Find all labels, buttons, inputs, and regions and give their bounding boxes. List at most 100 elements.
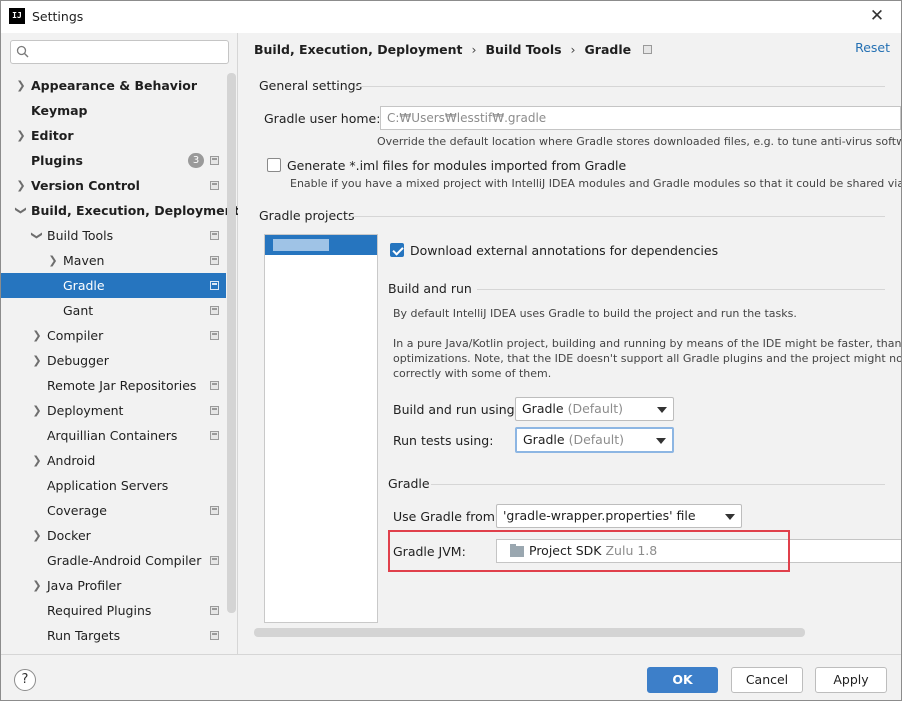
breadcrumb-separator: › <box>570 42 576 57</box>
breadcrumb-item: Build Tools <box>485 42 562 57</box>
horizontal-scrollbar[interactable] <box>254 628 805 637</box>
settings-sidebar: ❯ Appearance & Behavior Keymap ❯ Editor … <box>1 33 240 654</box>
breadcrumb-item: Build, Execution, Deployment <box>254 42 463 57</box>
sidebar-item-coverage[interactable]: Coverage <box>1 498 226 523</box>
sidebar-item-label: Java Profiler <box>47 578 122 593</box>
gradle-user-home-field[interactable] <box>380 106 901 130</box>
title-bar: IJ Settings ✕ <box>1 1 901 33</box>
general-settings-title: General settings <box>259 78 363 93</box>
gradle-projects-list[interactable] <box>264 234 378 623</box>
plugins-update-badge: 3 <box>188 153 204 168</box>
gradle-user-home-input[interactable] <box>381 107 900 129</box>
sidebar-scrollbar[interactable] <box>227 73 236 613</box>
use-gradle-from-label: Use Gradle from: <box>393 509 500 524</box>
sidebar-item-compiler[interactable]: ❯ Compiler <box>1 323 226 348</box>
sidebar-item-editor[interactable]: ❯ Editor <box>1 123 226 148</box>
build-and-run-desc: In a pure Java/Kotlin project, building … <box>393 337 901 350</box>
build-and-run-title: Build and run <box>388 281 472 296</box>
sidebar-item-run-targets[interactable]: Run Targets <box>1 623 226 648</box>
run-tests-using-label: Run tests using: <box>393 433 494 448</box>
sidebar-item-label: Required Plugins <box>47 603 152 618</box>
section-divider <box>477 289 885 290</box>
sidebar-item-required-plugins[interactable]: Required Plugins <box>1 598 226 623</box>
sidebar-item-label: Remote Jar Repositories <box>47 378 197 393</box>
help-button[interactable]: ? <box>14 669 36 691</box>
project-settings-icon <box>210 431 219 440</box>
breadcrumb-separator: › <box>471 42 477 57</box>
project-settings-icon <box>210 406 219 415</box>
sidebar-item-remote-jar-repositories[interactable]: Remote Jar Repositories <box>1 373 226 398</box>
chevron-right-icon[interactable]: ❯ <box>31 448 43 473</box>
sidebar-item-label: Keymap <box>31 103 88 118</box>
search-input[interactable] <box>37 43 225 61</box>
build-and-run-desc: optimizations. Note, that the IDE doesn'… <box>393 352 901 365</box>
reset-link[interactable]: Reset <box>855 40 890 55</box>
sidebar-item-label: Build Tools <box>47 228 114 243</box>
sidebar-item-deployment[interactable]: ❯ Deployment <box>1 398 226 423</box>
sidebar-item-keymap[interactable]: Keymap <box>1 98 226 123</box>
sidebar-item-docker[interactable]: ❯ Docker <box>1 523 226 548</box>
sidebar-item-java-profiler[interactable]: ❯ Java Profiler <box>1 573 226 598</box>
dropdown-arrow-icon <box>656 438 666 444</box>
gradle-settings-panel: Build, Execution, Deployment › Build Tools… <box>238 33 901 654</box>
chevron-right-icon[interactable]: ❯ <box>31 323 43 348</box>
use-gradle-from-dropdown[interactable]: 'gradle-wrapper.properties' file <box>496 504 742 528</box>
sidebar-item-android[interactable]: ❯ Android <box>1 448 226 473</box>
sidebar-item-label: Debugger <box>47 353 109 368</box>
sidebar-item-version-control[interactable]: ❯ Version Control <box>1 173 226 198</box>
run-tests-using-dropdown[interactable]: Gradle (Default) <box>515 427 674 453</box>
window-title: Settings <box>32 9 84 24</box>
project-settings-icon <box>210 306 219 315</box>
dropdown-value: Gradle (Default) <box>522 401 624 416</box>
sidebar-item-label: Coverage <box>47 503 107 518</box>
ok-button[interactable]: OK <box>647 667 718 693</box>
sidebar-item-label: Editor <box>31 128 74 143</box>
chevron-right-icon[interactable]: ❯ <box>31 398 43 423</box>
download-annotations-checkbox[interactable] <box>390 243 404 257</box>
breadcrumb: Build, Execution, Deployment › Build Tools… <box>254 40 653 60</box>
chevron-down-icon[interactable]: ❯ <box>9 205 34 217</box>
chevron-right-icon[interactable]: ❯ <box>15 73 27 98</box>
project-settings-icon <box>643 45 653 54</box>
chevron-down-icon[interactable]: ❯ <box>25 230 50 242</box>
sidebar-item-arquillian-containers[interactable]: Arquillian Containers <box>1 423 226 448</box>
chevron-right-icon[interactable]: ❯ <box>47 248 59 273</box>
settings-window: IJ Settings ✕ ❯ Appearance & Behavior Ke… <box>0 0 902 701</box>
generate-iml-label: Generate *.iml files for modules importe… <box>287 158 627 173</box>
sidebar-item-build-tools[interactable]: ❯ Build Tools <box>1 223 226 248</box>
sidebar-item-label: Docker <box>47 528 91 543</box>
build-run-using-dropdown[interactable]: Gradle (Default) <box>515 397 674 421</box>
sidebar-item-gant[interactable]: Gant <box>1 298 226 323</box>
generate-iml-checkbox[interactable] <box>267 158 281 172</box>
project-settings-icon <box>210 331 219 340</box>
chevron-right-icon[interactable]: ❯ <box>31 348 43 373</box>
sidebar-item-plugins[interactable]: Plugins 3 <box>1 148 226 173</box>
sidebar-item-label: Gradle-Android Compiler <box>47 553 202 568</box>
sidebar-item-appearance-behavior[interactable]: ❯ Appearance & Behavior <box>1 73 226 98</box>
sidebar-item-gradle-android-compiler[interactable]: Gradle-Android Compiler <box>1 548 226 573</box>
sidebar-item-build-execution-deployment[interactable]: ❯ Build, Execution, Deployment <box>1 198 240 223</box>
sidebar-item-label: Maven <box>63 253 105 268</box>
sidebar-item-label: Version Control <box>31 178 140 193</box>
settings-tree: ❯ Appearance & Behavior Keymap ❯ Editor … <box>1 73 240 648</box>
help-icon: ? <box>21 672 29 687</box>
chevron-right-icon[interactable]: ❯ <box>31 573 43 598</box>
chevron-right-icon[interactable]: ❯ <box>15 173 27 198</box>
dropdown-value: 'gradle-wrapper.properties' file <box>503 508 696 523</box>
sidebar-item-gradle[interactable]: Gradle <box>1 273 226 298</box>
gradle-project-row-selected[interactable] <box>265 235 377 255</box>
apply-button[interactable]: Apply <box>815 667 887 693</box>
download-annotations-label: Download external annotations for depend… <box>410 243 719 258</box>
project-settings-icon <box>210 156 219 165</box>
sidebar-item-debugger[interactable]: ❯ Debugger <box>1 348 226 373</box>
chevron-right-icon[interactable]: ❯ <box>31 523 43 548</box>
project-settings-icon <box>210 556 219 565</box>
settings-search-box[interactable] <box>10 40 229 64</box>
gradle-user-home-label: Gradle user home: <box>264 111 381 126</box>
project-settings-icon <box>210 231 219 240</box>
chevron-right-icon[interactable]: ❯ <box>15 123 27 148</box>
sidebar-item-maven[interactable]: ❯ Maven <box>1 248 226 273</box>
close-button[interactable]: ✕ <box>867 6 887 26</box>
sidebar-item-application-servers[interactable]: Application Servers <box>1 473 226 498</box>
cancel-button[interactable]: Cancel <box>731 667 803 693</box>
